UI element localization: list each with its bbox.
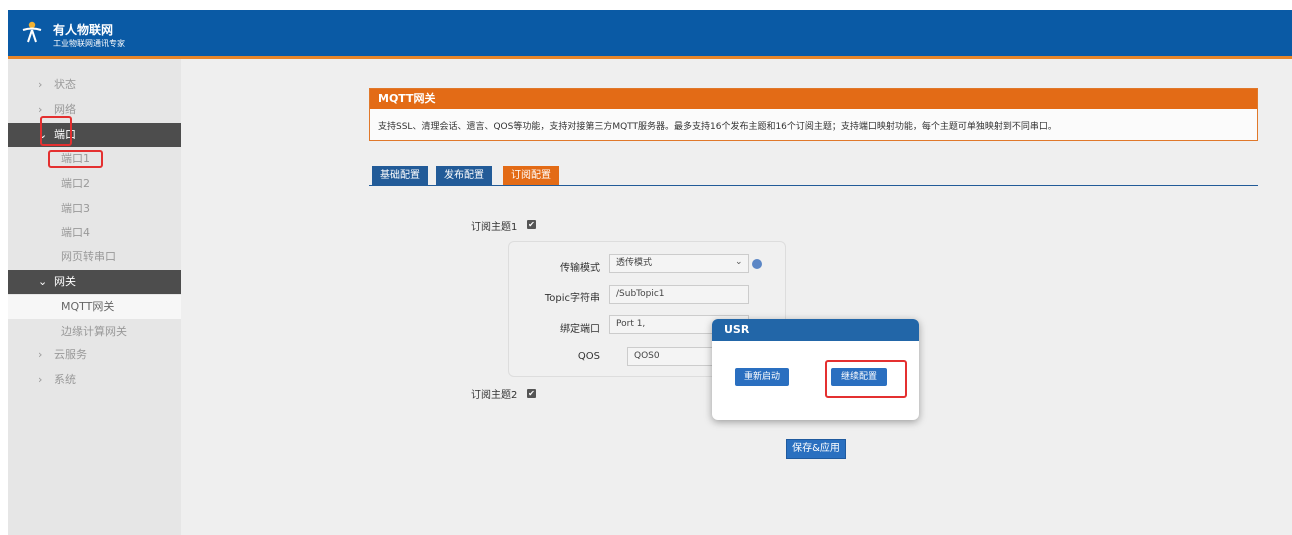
- sidebar-item-label: 网页转串口: [61, 250, 116, 263]
- tab-subscribe-config[interactable]: 订阅配置: [503, 166, 559, 186]
- sidebar-item-label: 云服务: [54, 348, 87, 361]
- subscribe-topic1-checkbox[interactable]: ✔: [527, 220, 536, 229]
- chevron-down-icon: ⌄: [38, 275, 48, 288]
- highlight-port-group: [40, 116, 72, 146]
- gateway-info-box: MQTT网关 支持SSL、清理会话、遗言、QOS等功能，支持对接第三方MQTT服…: [369, 88, 1258, 141]
- sidebar-item-web-to-serial[interactable]: 网页转串口: [8, 245, 181, 269]
- subscribe-topic1-label: 订阅主题1: [471, 222, 518, 233]
- sidebar-item-port2[interactable]: 端口2: [8, 172, 181, 196]
- topic-string-input[interactable]: /SubTopic1: [609, 285, 749, 304]
- save-apply-button[interactable]: 保存&应用: [786, 439, 846, 459]
- sidebar-item-label: 端口3: [61, 202, 90, 215]
- highlight-continue-button: [825, 360, 907, 398]
- sidebar: › 状态 › 网络 ⌄ 端口 端口1 端口2 端口3 端口4 网页转串口 ⌄ 网…: [8, 59, 181, 535]
- person-logo-icon: [22, 21, 42, 43]
- tab-basic-config[interactable]: 基础配置: [372, 166, 428, 186]
- sidebar-item-port3[interactable]: 端口3: [8, 197, 181, 221]
- sidebar-item-label: MQTT网关: [61, 300, 115, 313]
- top-header: 有人物联网 工业物联网通讯专家: [8, 10, 1292, 56]
- qos-label: QOS: [577, 351, 600, 362]
- brand-subtitle: 工业物联网通讯专家: [53, 39, 125, 48]
- sidebar-item-network[interactable]: › 网络: [8, 98, 181, 122]
- sidebar-item-label: 边缘计算网关: [61, 325, 127, 338]
- sidebar-group-gateway[interactable]: ⌄ 网关: [8, 270, 181, 294]
- brand-title: 有人物联网: [53, 23, 114, 37]
- chevron-right-icon: ›: [38, 348, 43, 361]
- tab-publish-config[interactable]: 发布配置: [436, 166, 492, 186]
- chevron-right-icon: ›: [38, 78, 43, 91]
- highlight-port1: [48, 150, 103, 168]
- sidebar-item-label: 状态: [54, 78, 76, 91]
- sidebar-group-port[interactable]: ⌄ 端口: [8, 123, 181, 147]
- restart-button[interactable]: 重新启动: [735, 368, 789, 386]
- subscribe-topic2-checkbox[interactable]: ✔: [527, 389, 536, 398]
- sidebar-item-port4[interactable]: 端口4: [8, 221, 181, 245]
- sidebar-item-system[interactable]: › 系统: [8, 368, 181, 392]
- gateway-description: 支持SSL、清理会话、遗言、QOS等功能，支持对接第三方MQTT服务器。最多支持…: [378, 122, 1057, 132]
- sidebar-item-label: 网关: [54, 275, 76, 288]
- dialog-title: USR: [712, 319, 919, 341]
- sidebar-item-label: 端口2: [61, 177, 90, 190]
- qos-select[interactable]: QOS0: [627, 347, 717, 366]
- chevron-right-icon: ›: [38, 373, 43, 386]
- transfer-mode-label: 传输模式: [560, 263, 600, 274]
- tab-underline: [369, 185, 1258, 186]
- gateway-title: MQTT网关: [370, 89, 1257, 109]
- subscribe-topic2-label: 订阅主题2: [471, 390, 518, 401]
- transfer-mode-select[interactable]: 透传模式: [609, 254, 749, 273]
- sidebar-item-cloud[interactable]: › 云服务: [8, 343, 181, 367]
- sidebar-item-status[interactable]: › 状态: [8, 73, 181, 97]
- sidebar-item-label: 系统: [54, 373, 76, 386]
- chevron-down-icon: ⌄: [735, 257, 743, 267]
- bind-port-label: 绑定端口: [560, 324, 600, 335]
- topic-string-label: Topic字符串: [544, 293, 600, 304]
- info-icon[interactable]: [752, 259, 762, 269]
- sidebar-item-label: 端口4: [61, 226, 90, 239]
- sidebar-item-edge-gateway[interactable]: 边缘计算网关: [8, 320, 181, 344]
- sidebar-item-mqtt-gateway[interactable]: MQTT网关: [8, 295, 181, 319]
